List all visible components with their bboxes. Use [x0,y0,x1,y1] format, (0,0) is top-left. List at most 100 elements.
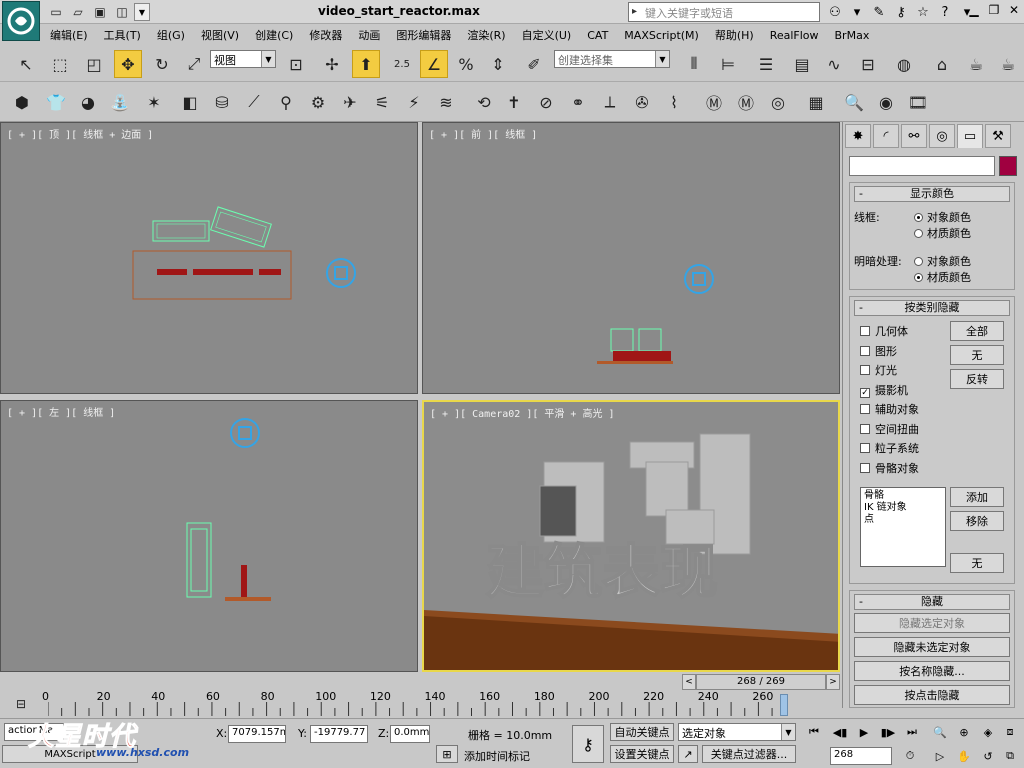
rag-doll-constraint-icon[interactable]: ✝ [500,88,528,116]
create-animation-icon[interactable]: 🎞 [904,88,932,116]
select-manipulate-icon[interactable]: ✢ [318,50,346,78]
schematic-view-icon[interactable]: ⊟ [854,50,882,78]
key-filters-button[interactable]: 关键点过滤器... [702,745,796,763]
menu-item-5[interactable]: 修改器 [301,27,350,43]
remove-category-button[interactable]: 移除 [950,511,1004,531]
soft-body-modifier-icon[interactable]: Ⓜ [732,88,760,116]
menu-item-14[interactable]: BrMax [827,29,878,42]
search-input[interactable]: ▸ 键入关键字或短语 [628,2,820,22]
quick-access-dropdown[interactable]: ▼ [134,3,150,21]
field-of-view-icon[interactable]: ▷ [930,747,950,765]
quick-render-icon[interactable]: ☕ [994,50,1022,78]
menu-item-6[interactable]: 动画 [350,27,388,43]
project-folder-icon[interactable]: ◫ [112,3,132,21]
pivot-center-icon[interactable]: ⊡ [282,50,310,78]
cloth-icon[interactable]: 👕 [42,88,70,116]
category-listbox[interactable]: 骨骼 IK 链对象点 [860,487,946,567]
select-move-icon[interactable]: ✥ [114,50,142,78]
display-tab-icon[interactable]: ▭ [957,124,983,148]
mirror-icon[interactable]: ⫴ [680,50,708,78]
category-checkbox-5[interactable]: 空间扭曲 [860,421,919,437]
ragdoll-icon[interactable]: ✶ [140,88,168,116]
new-file-icon[interactable]: ▭ [46,3,66,21]
pan-view-icon[interactable]: ✋ [954,747,974,765]
wind-icon[interactable]: ✈ [336,88,364,116]
fracture-pieces-icon[interactable]: ⌇ [660,88,688,116]
hide-header[interactable]: - 隐藏 [854,594,1010,610]
material-editor-icon[interactable]: ◍ [890,50,918,78]
category-checkbox-1[interactable]: 图形 [860,343,897,359]
render-setup-icon[interactable]: ⌂ [928,50,956,78]
hinge-icon[interactable]: ⊘ [532,88,560,116]
timeline[interactable]: ⊟ 0 20 40 60 80 100 120 140 160 180 200 220 240 260 [0,690,842,718]
water-wave-icon[interactable]: ≋ [432,88,460,116]
keyboard-shortcut-override-icon[interactable]: ⬆ [352,50,380,78]
angle-snap-icon[interactable]: ∠ [420,50,448,78]
snaps-toggle-icon[interactable]: 2.5 [388,50,416,78]
hide-all-button[interactable]: 全部 [950,321,1004,341]
modify-tab-icon[interactable]: ◜ [873,124,899,148]
time-configuration-icon[interactable]: ⏱ [900,747,920,765]
z-coordinate-field[interactable]: 0.0mm [390,725,430,743]
frame-counter[interactable]: 268 / 269 [696,674,826,690]
y-coordinate-field[interactable]: -19779.77 [310,725,368,743]
listbox-item-2[interactable]: 点 [864,514,942,526]
app-menu-button[interactable] [2,1,40,41]
soft-body-icon[interactable]: ◕ [74,88,102,116]
category-checkbox-2[interactable]: 灯光 [860,362,897,378]
reference-coord-dropdown[interactable]: 视图 ▼ [210,50,276,68]
analyze-world-icon[interactable]: 🔍 [840,88,868,116]
viewport-front[interactable]: [ + ][ 前 ][ 线框 ] [422,122,840,394]
current-frame-field[interactable]: 268 [830,747,892,765]
zoom-all-icon[interactable]: ⊕ [954,723,974,741]
hide-unselected-button[interactable]: 隐藏未选定对象 [854,637,1010,657]
hide-selected-button[interactable]: 隐藏选定对象 [854,613,1010,633]
edit-named-selection-icon[interactable]: ✐ [520,50,548,78]
hide-by-name-button[interactable]: 按名称隐藏... [854,661,1010,681]
menu-item-3[interactable]: 视图(V) [193,27,247,43]
hierarchy-tab-icon[interactable]: ⚯ [901,124,927,148]
dashpot-icon[interactable]: ⚲ [272,88,300,116]
key-selection-dropdown[interactable]: 选定对象 ▼ [678,723,796,741]
select-region-icon[interactable]: ⬚ [46,50,74,78]
window-crossing-icon[interactable]: ◰ [80,50,108,78]
spring-icon[interactable]: ⟋ [240,88,268,116]
minimize-icon[interactable]: ▁ [968,3,980,17]
category-checkbox-3[interactable]: ✓ 摄影机 [860,382,908,398]
go-to-start-icon[interactable]: ⏮ [804,723,824,741]
prismatic-icon[interactable]: ⟂ [596,88,624,116]
motion-tab-icon[interactable]: ◎ [929,124,955,148]
car-wheel-icon[interactable]: ✇ [628,88,656,116]
water-icon[interactable]: ⛲ [106,88,134,116]
menu-item-13[interactable]: RealFlow [762,29,827,42]
toy-car-icon[interactable]: ⚟ [368,88,396,116]
next-frame-icon[interactable]: ▮▶ [878,723,898,741]
menu-item-2[interactable]: 组(G) [149,27,193,43]
binoculars-icon[interactable]: ⚇ [826,3,844,21]
render-frame-icon[interactable]: ☕ [962,50,990,78]
select-rotate-icon[interactable]: ↻ [148,50,176,78]
display-color-header[interactable]: - 显示颜色 [854,186,1010,202]
zoom-extents-all-icon[interactable]: ⧈ [1000,723,1020,741]
restore-icon[interactable]: ❐ [988,3,1000,17]
open-file-icon[interactable]: ▱ [68,3,88,21]
plane-icon[interactable]: ◧ [176,88,204,116]
rigid-body-icon[interactable]: ⬢ [8,88,36,116]
go-to-end-icon[interactable]: ⏭ [902,723,922,741]
named-selection-dropdown[interactable]: 创建选择集 ▼ [554,50,670,68]
point-to-point-icon[interactable]: ⚭ [564,88,592,116]
time-tag-icon[interactable]: ⊞ [436,745,458,763]
communication-icon[interactable]: ✎ [870,3,888,21]
spinner-snap-icon[interactable]: ⇕ [484,50,512,78]
orbit-icon[interactable]: ↺ [978,747,998,765]
object-name-field[interactable] [849,156,995,176]
help-icon[interactable]: ? [936,3,954,21]
menu-item-8[interactable]: 渲染(R) [459,27,513,43]
maximize-viewport-icon[interactable]: ⧉ [1000,747,1020,765]
viewport-top[interactable]: [ + ][ 顶 ][ 线框 + 边面 ] [0,122,418,394]
previous-frame-icon[interactable]: ◀▮ [830,723,850,741]
menu-item-11[interactable]: MAXScript(M) [616,29,707,42]
create-tab-icon[interactable]: ✸ [845,124,871,148]
graphite-modeling-icon[interactable]: ▤ [788,50,816,78]
hide-none-button[interactable]: 无 [950,345,1004,365]
